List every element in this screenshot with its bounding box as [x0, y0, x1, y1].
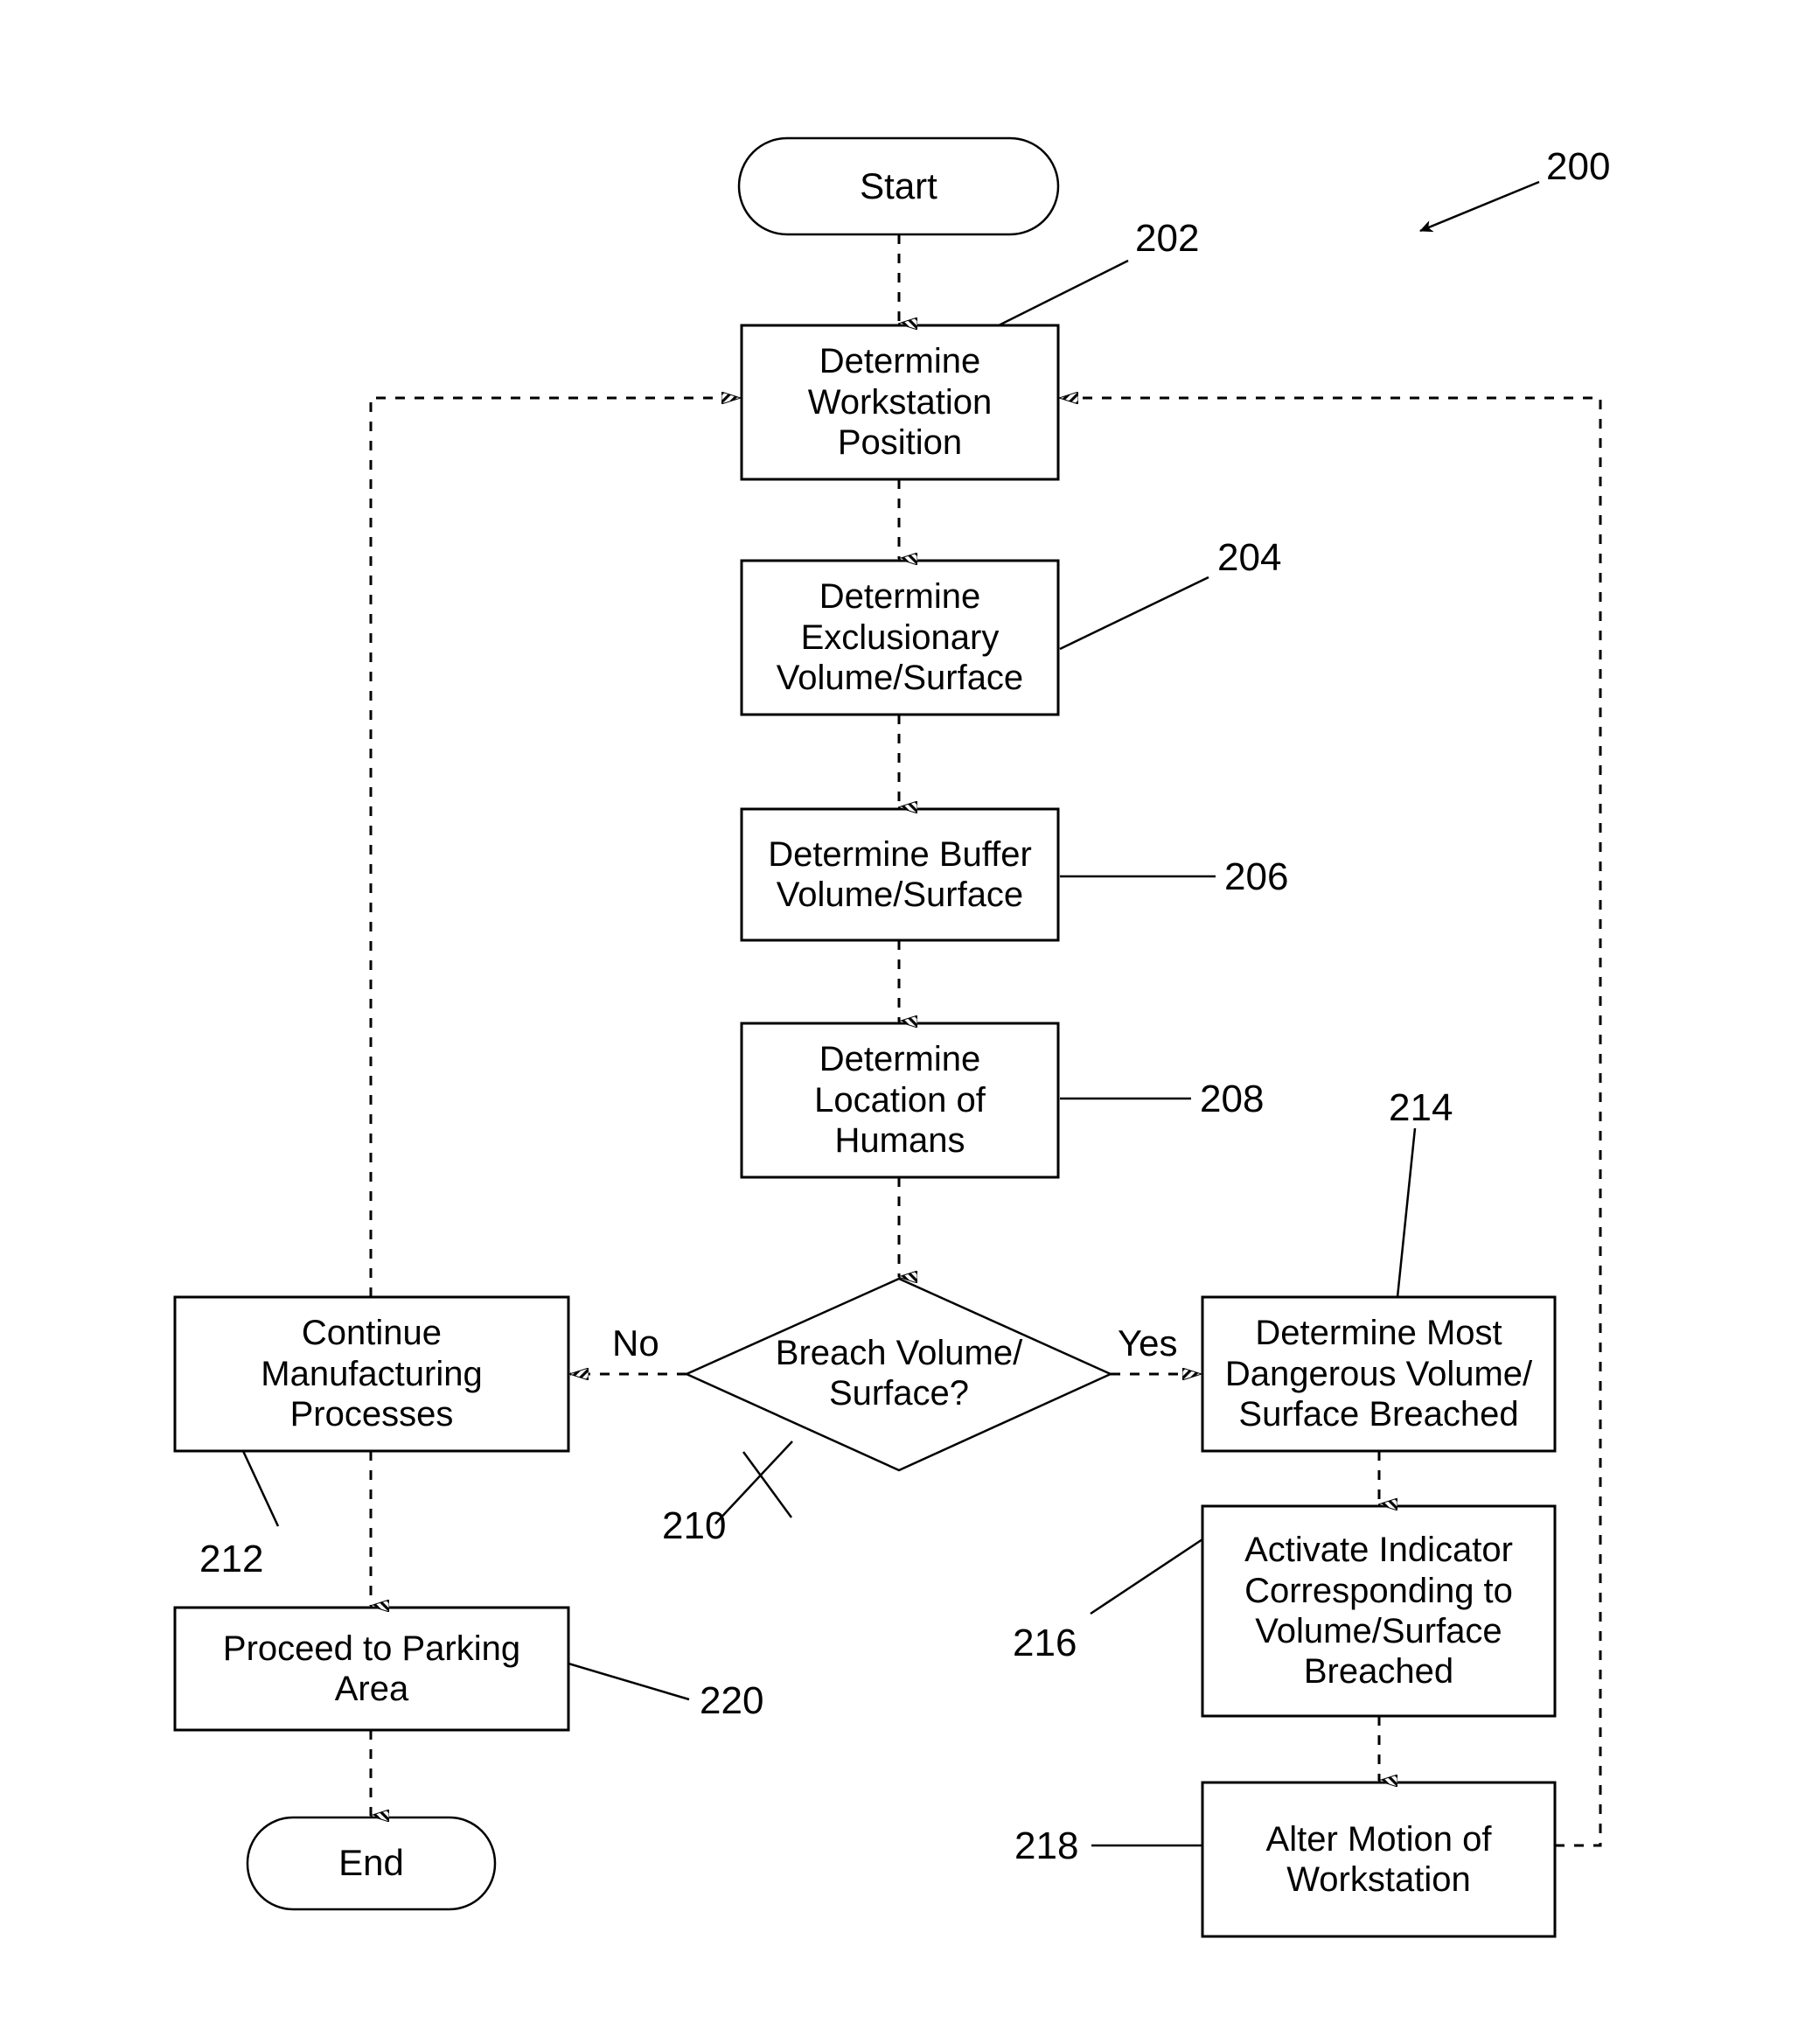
- node-determine-exclusionary-shape: [740, 559, 1060, 716]
- node-start-shape: [737, 136, 1060, 236]
- node-breach-decision-shape: [683, 1277, 1114, 1472]
- ref-label-216: 216: [1013, 1622, 1077, 1664]
- flowchart-svg: [173, 136, 1602, 1938]
- node-determine-most-dangerous-shape: [1201, 1295, 1557, 1453]
- leader-202: [998, 259, 1129, 327]
- ref-label-202: 202: [1135, 217, 1200, 260]
- figure-canvas: Start Determine Workstation Position Det…: [0, 0, 1819, 2044]
- leader-212: [241, 1450, 280, 1527]
- node-determine-workstation-position-shape: [740, 324, 1060, 481]
- ref-label-204: 204: [1217, 536, 1282, 579]
- ref-label-214: 214: [1389, 1086, 1453, 1129]
- ref-label-200: 200: [1546, 145, 1611, 188]
- leader-214: [1396, 1127, 1417, 1298]
- ref-label-212: 212: [199, 1538, 264, 1580]
- leader-200: [1419, 180, 1540, 233]
- node-determine-buffer-shape: [740, 807, 1060, 942]
- node-proceed-parking-shape: [173, 1606, 570, 1732]
- node-determine-humans-shape: [740, 1022, 1060, 1179]
- leader-216: [1090, 1538, 1203, 1615]
- ref-label-218: 218: [1014, 1824, 1079, 1867]
- node-activate-indicator-shape: [1201, 1504, 1557, 1718]
- node-alter-motion-shape: [1201, 1781, 1557, 1938]
- ref-label-220: 220: [700, 1679, 764, 1722]
- leader-204: [1059, 576, 1209, 651]
- edge-label-yes: Yes: [1118, 1322, 1178, 1364]
- leader-220: [568, 1662, 690, 1701]
- leader-210-b: [714, 1441, 793, 1524]
- ref-label-206: 206: [1224, 855, 1289, 898]
- node-end-shape: [246, 1816, 497, 1911]
- node-continue-manufacturing-shape: [173, 1295, 570, 1453]
- edge-label-no: No: [612, 1322, 659, 1364]
- ref-label-210: 210: [662, 1504, 727, 1547]
- ref-label-208: 208: [1200, 1078, 1265, 1120]
- edge-feedback-left-to-202: [369, 398, 740, 1297]
